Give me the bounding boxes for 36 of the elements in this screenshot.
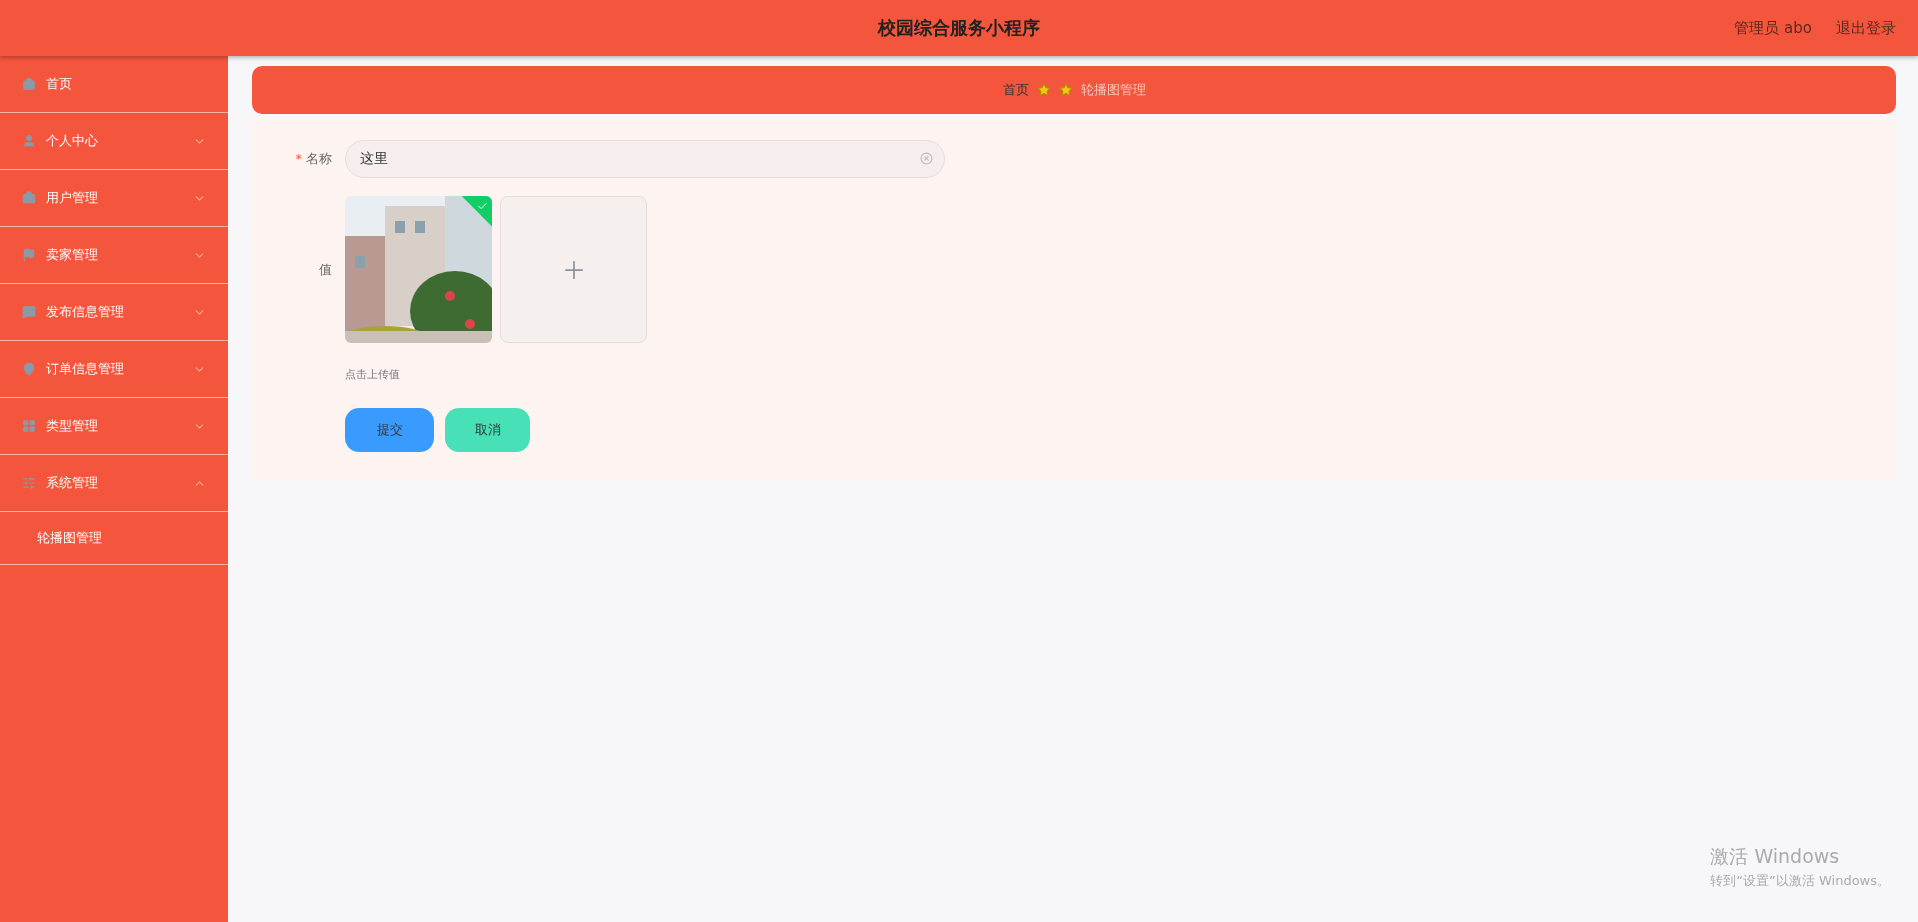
breadcrumb-link[interactable]: 首页 bbox=[1002, 81, 1029, 99]
pin-icon bbox=[22, 362, 36, 376]
star-icon bbox=[1036, 83, 1051, 97]
clear-icon[interactable] bbox=[920, 152, 933, 165]
field-label: 名称 bbox=[306, 151, 332, 166]
user-icon bbox=[22, 134, 36, 148]
grid-icon bbox=[22, 419, 36, 433]
name-field[interactable]: 这里 bbox=[345, 140, 945, 178]
app-title: 校园综合服务小程序 bbox=[878, 16, 1040, 40]
sidebar-item[interactable]: 用户管理 bbox=[0, 170, 228, 227]
required-mark: * bbox=[295, 151, 302, 166]
sidebar-item[interactable]: 个人中心 bbox=[0, 113, 228, 170]
cancel-button[interactable]: 取消 bbox=[445, 408, 530, 452]
sidebar-item[interactable]: 首页 bbox=[0, 56, 228, 113]
activation-title: 激活 Windows bbox=[1710, 844, 1841, 869]
sidebar-item[interactable]: 类型管理 bbox=[0, 398, 228, 455]
sliders-icon bbox=[22, 476, 36, 490]
user-name: 管理员 abo bbox=[1734, 18, 1812, 38]
activation-text: 转到“设置”以激活 Windows。 bbox=[1710, 872, 1890, 890]
logout-link[interactable]: 退出登录 bbox=[1836, 18, 1896, 38]
sidebar-item[interactable]: 发布信息管理 bbox=[0, 284, 228, 341]
star-icon bbox=[1058, 83, 1073, 97]
house-icon bbox=[22, 77, 36, 91]
sidebar-item[interactable]: 卖家管理 bbox=[0, 227, 228, 284]
sidebar-subitem[interactable]: 轮播图管理 bbox=[0, 512, 228, 565]
submit-button[interactable]: 提交 bbox=[345, 408, 434, 452]
breadcrumb-link[interactable]: 轮播图管理 bbox=[1080, 81, 1146, 99]
check-icon bbox=[476, 200, 488, 212]
flag-icon bbox=[22, 248, 36, 262]
sidebar-item[interactable]: 订单信息管理 bbox=[0, 341, 228, 398]
briefcase-icon bbox=[22, 191, 36, 205]
sidebar-item[interactable]: 系统管理 bbox=[0, 455, 228, 512]
upload-button[interactable] bbox=[500, 196, 647, 343]
upload-hint: 点击上传值 bbox=[345, 367, 401, 382]
field-label: 值 bbox=[318, 260, 333, 279]
chat-icon bbox=[22, 305, 36, 319]
